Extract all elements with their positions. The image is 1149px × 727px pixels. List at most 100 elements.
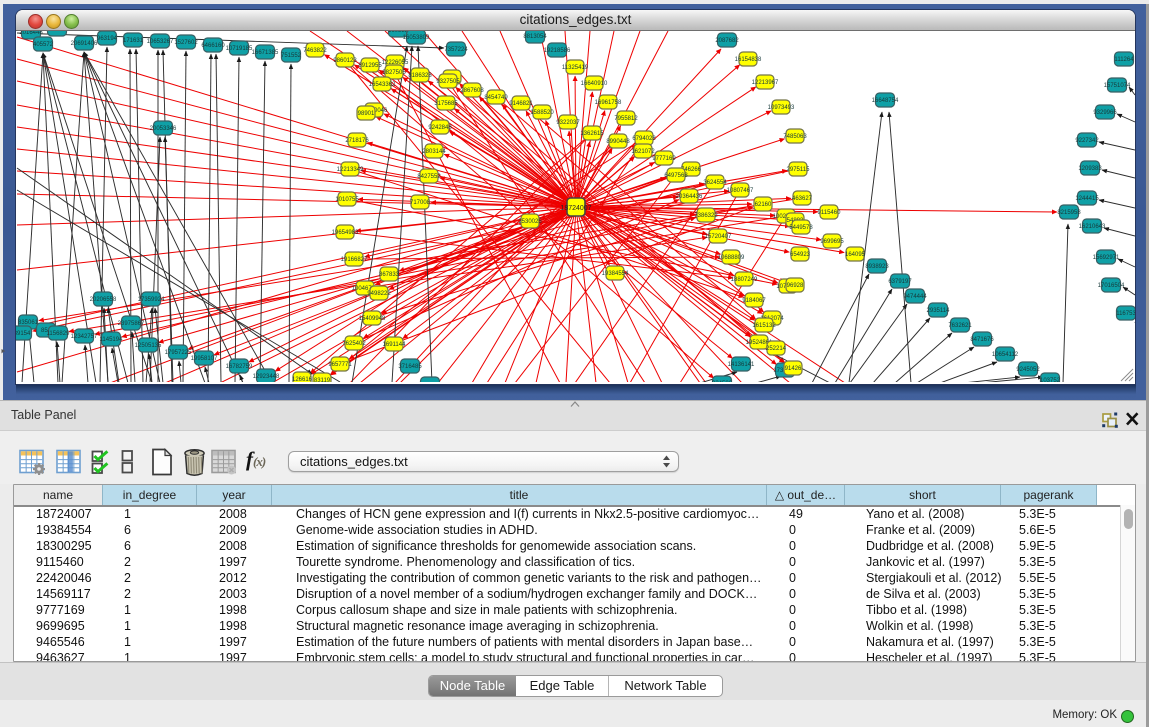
svg-text:8912955: 8912955 xyxy=(358,63,382,69)
svg-text:9146821: 9146821 xyxy=(509,101,533,107)
svg-text:7955812: 7955812 xyxy=(614,116,638,122)
svg-text:83119: 83119 xyxy=(314,378,331,382)
svg-text:1209383: 1209383 xyxy=(1078,166,1102,172)
svg-text:9777169: 9777169 xyxy=(652,156,676,162)
svg-text:16648754: 16648754 xyxy=(872,98,899,104)
svg-text:2935114: 2935114 xyxy=(927,308,951,314)
svg-text:2016448: 2016448 xyxy=(19,31,43,36)
svg-text:103752: 103752 xyxy=(1040,378,1061,382)
svg-text:1615132: 1615132 xyxy=(752,323,776,329)
svg-text:9474444: 9474444 xyxy=(903,294,927,300)
svg-text:12923448: 12923448 xyxy=(253,374,280,380)
svg-text:2867608: 2867608 xyxy=(460,88,484,94)
svg-text:9827505: 9827505 xyxy=(382,70,406,76)
svg-text:39154: 39154 xyxy=(16,331,31,337)
svg-text:7625402: 7625402 xyxy=(342,341,366,347)
svg-text:160538: 160538 xyxy=(388,31,409,34)
svg-text:2530025: 2530025 xyxy=(518,219,542,225)
svg-text:20053346: 20053346 xyxy=(150,126,177,132)
svg-text:11325419: 11325419 xyxy=(562,65,589,71)
svg-text:12213967: 12213967 xyxy=(752,80,779,86)
svg-text:12342757: 12342757 xyxy=(71,334,98,340)
svg-text:9245052: 9245052 xyxy=(1016,367,1040,373)
svg-text:171631: 171631 xyxy=(123,38,144,44)
svg-text:7357224: 7357224 xyxy=(444,47,468,53)
svg-text:98901: 98901 xyxy=(358,111,375,117)
svg-text:17359924: 17359924 xyxy=(138,297,165,303)
svg-text:6379197: 6379197 xyxy=(888,279,912,285)
svg-text:16671385: 16671385 xyxy=(252,50,279,56)
svg-text:9657771: 9657771 xyxy=(328,362,352,368)
svg-text:10719185: 10719185 xyxy=(226,46,253,52)
svg-text:9498222: 9498222 xyxy=(367,291,391,297)
svg-text:10688809: 10688809 xyxy=(718,255,745,261)
svg-text:6497568: 6497568 xyxy=(664,173,688,179)
svg-text:16640910: 16640910 xyxy=(581,81,608,87)
svg-text:7463822: 7463822 xyxy=(303,48,327,54)
svg-text:10653267: 10653267 xyxy=(147,39,174,45)
svg-text:9227342: 9227342 xyxy=(1075,138,1099,144)
svg-text:12213349: 12213349 xyxy=(337,167,364,173)
svg-text:18807249: 18807249 xyxy=(731,277,758,283)
svg-text:16154838: 16154838 xyxy=(735,57,762,63)
svg-text:16543362: 16543362 xyxy=(369,82,396,88)
svg-text:8813054: 8813054 xyxy=(523,34,547,40)
svg-text:867833: 867833 xyxy=(379,272,400,278)
svg-text:2975115: 2975115 xyxy=(787,167,811,173)
svg-text:463627: 463627 xyxy=(792,196,813,202)
svg-text:7386322: 7386322 xyxy=(694,213,718,219)
svg-text:1145194: 1145194 xyxy=(100,337,124,343)
svg-text:20691406: 20691406 xyxy=(71,41,98,47)
svg-text:3175685: 3175685 xyxy=(434,101,458,107)
svg-text:717008: 717008 xyxy=(410,200,431,206)
svg-text:835061: 835061 xyxy=(18,320,39,326)
svg-text:8938923: 8938923 xyxy=(865,264,889,270)
svg-text:16961758: 16961758 xyxy=(595,100,622,106)
svg-text:19218586: 19218586 xyxy=(544,48,571,54)
svg-text:19654983: 19654983 xyxy=(332,230,359,236)
svg-text:963194: 963194 xyxy=(97,36,118,42)
svg-text:15409948: 15409948 xyxy=(359,316,386,322)
svg-text:3624554: 3624554 xyxy=(703,180,727,186)
svg-text:9699695: 9699695 xyxy=(820,239,844,245)
svg-text:19384554: 19384554 xyxy=(602,271,629,277)
svg-text:1156829: 1156829 xyxy=(47,331,71,337)
svg-text:9242848: 9242848 xyxy=(428,125,452,131)
svg-text:96928: 96928 xyxy=(787,283,804,289)
svg-text:1244415: 1244415 xyxy=(1075,196,1099,202)
svg-text:93914: 93914 xyxy=(49,31,66,33)
svg-text:1588520: 1588520 xyxy=(530,110,554,116)
svg-text:8471676: 8471676 xyxy=(970,337,994,343)
svg-text:1010755: 1010755 xyxy=(335,197,359,203)
svg-text:2087682: 2087682 xyxy=(715,38,739,44)
svg-text:6794028: 6794028 xyxy=(632,136,656,142)
svg-text:8186328: 8186328 xyxy=(408,73,432,79)
svg-text:12505135: 12505135 xyxy=(135,343,162,349)
svg-text:924506: 924506 xyxy=(712,381,733,382)
svg-text:7632621: 7632621 xyxy=(948,323,972,329)
svg-text:91426: 91426 xyxy=(785,366,802,372)
svg-text:18724007: 18724007 xyxy=(560,205,591,212)
svg-text:405572: 405572 xyxy=(33,42,54,48)
svg-text:16210643: 16210643 xyxy=(1079,224,1106,230)
svg-text:15692971: 15692971 xyxy=(1093,255,1120,261)
svg-text:10973493: 10973493 xyxy=(768,105,795,111)
svg-text:15720407: 15720407 xyxy=(705,234,732,240)
svg-text:8427552: 8427552 xyxy=(417,174,441,180)
svg-text:8215958: 8215958 xyxy=(1057,210,1081,216)
svg-text:1527602: 1527602 xyxy=(174,40,198,46)
svg-text:17016504: 17016504 xyxy=(1098,283,1125,289)
svg-text:1691144: 1691144 xyxy=(383,342,407,348)
svg-text:10807467: 10807467 xyxy=(727,188,754,194)
svg-text:17957225: 17957225 xyxy=(165,350,192,356)
svg-text:15751074: 15751074 xyxy=(1104,83,1131,89)
svg-text:9329966: 9329966 xyxy=(1093,110,1117,116)
svg-text:9322037: 9322037 xyxy=(556,120,580,126)
svg-text:9860123: 9860123 xyxy=(333,58,357,64)
svg-text:654923: 654923 xyxy=(790,252,811,258)
svg-text:5449578: 5449578 xyxy=(789,225,813,231)
svg-text:1621072: 1621072 xyxy=(631,149,655,155)
svg-text:2718176: 2718176 xyxy=(345,138,369,144)
svg-text:9184067: 9184067 xyxy=(742,298,766,304)
svg-text:164095: 164095 xyxy=(845,252,866,258)
